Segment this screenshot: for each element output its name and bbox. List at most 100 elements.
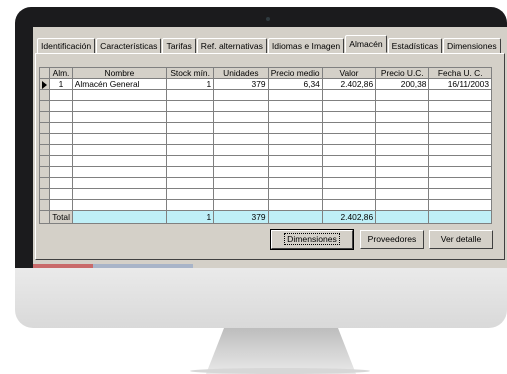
empty-cell[interactable] — [49, 155, 73, 167]
empty-cell[interactable] — [49, 177, 73, 189]
column-header-stock-min[interactable]: Stock mín. — [166, 67, 215, 79]
cell-precio-uc[interactable]: 200,38 — [375, 78, 430, 90]
empty-cell[interactable] — [375, 100, 430, 112]
empty-cell[interactable] — [267, 111, 323, 123]
tab-dimensiones[interactable]: Dimensiones — [443, 38, 501, 53]
empty-cell[interactable] — [166, 133, 215, 145]
empty-cell[interactable] — [166, 177, 215, 189]
empty-cell[interactable] — [375, 166, 430, 178]
empty-cell[interactable] — [49, 199, 73, 211]
empty-cell[interactable] — [166, 144, 215, 156]
empty-cell[interactable] — [375, 144, 430, 156]
empty-cell[interactable] — [71, 122, 168, 134]
cell-alm[interactable]: 1 — [49, 78, 73, 90]
empty-cell[interactable] — [213, 177, 269, 189]
empty-cell[interactable] — [213, 133, 269, 145]
empty-cell[interactable] — [49, 166, 73, 178]
table-row[interactable] — [38, 133, 492, 145]
empty-cell[interactable] — [71, 133, 168, 145]
empty-cell[interactable] — [428, 133, 492, 145]
empty-cell[interactable] — [166, 166, 215, 178]
empty-cell[interactable] — [71, 177, 168, 189]
cell-fecha-uc[interactable]: 16/11/2003 — [428, 78, 492, 90]
empty-cell[interactable] — [166, 89, 215, 101]
empty-cell[interactable] — [166, 111, 215, 123]
empty-cell[interactable] — [71, 144, 168, 156]
empty-cell[interactable] — [267, 122, 323, 134]
column-header-unidades[interactable]: Unidades — [213, 67, 269, 79]
table-row[interactable] — [38, 122, 492, 134]
empty-cell[interactable] — [428, 100, 492, 112]
empty-cell[interactable] — [267, 188, 323, 200]
empty-cell[interactable] — [213, 111, 269, 123]
table-row[interactable] — [38, 199, 492, 211]
empty-cell[interactable] — [375, 155, 430, 167]
empty-cell[interactable] — [321, 166, 377, 178]
empty-cell[interactable] — [267, 100, 323, 112]
tab-estadisticas[interactable]: Estadísticas — [387, 38, 442, 53]
table-row[interactable] — [38, 100, 492, 112]
empty-cell[interactable] — [375, 188, 430, 200]
empty-cell[interactable] — [267, 177, 323, 189]
empty-cell[interactable] — [267, 166, 323, 178]
empty-cell[interactable] — [267, 199, 323, 211]
empty-cell[interactable] — [71, 89, 168, 101]
empty-cell[interactable] — [49, 111, 73, 123]
empty-cell[interactable] — [321, 144, 377, 156]
empty-cell[interactable] — [375, 122, 430, 134]
empty-cell[interactable] — [213, 122, 269, 134]
empty-cell[interactable] — [213, 199, 269, 211]
tab-identificacion[interactable]: Identificación — [37, 38, 96, 53]
dimensiones-button[interactable]: Dimensiones — [270, 229, 354, 250]
empty-cell[interactable] — [166, 155, 215, 167]
tab-almacen[interactable]: Almacén — [345, 35, 387, 53]
empty-cell[interactable] — [71, 111, 168, 123]
empty-cell[interactable] — [321, 199, 377, 211]
empty-cell[interactable] — [375, 111, 430, 123]
cell-nombre[interactable]: Almacén General — [71, 78, 168, 90]
empty-cell[interactable] — [428, 144, 492, 156]
ver-detalle-button[interactable]: Ver detalle — [429, 230, 493, 249]
empty-cell[interactable] — [71, 188, 168, 200]
empty-cell[interactable] — [49, 100, 73, 112]
empty-cell[interactable] — [213, 188, 269, 200]
empty-cell[interactable] — [321, 188, 377, 200]
empty-cell[interactable] — [71, 155, 168, 167]
table-row[interactable] — [38, 188, 492, 200]
table-row[interactable] — [38, 111, 492, 123]
empty-cell[interactable] — [428, 122, 492, 134]
empty-cell[interactable] — [428, 111, 492, 123]
empty-cell[interactable] — [267, 155, 323, 167]
empty-cell[interactable] — [49, 133, 73, 145]
empty-cell[interactable] — [321, 177, 377, 189]
cell-unidades[interactable]: 379 — [213, 78, 269, 90]
empty-cell[interactable] — [428, 155, 492, 167]
tab-caracteristicas[interactable]: Características — [96, 38, 162, 53]
empty-cell[interactable] — [49, 188, 73, 200]
empty-cell[interactable] — [321, 111, 377, 123]
proveedores-button[interactable]: Proveedores — [360, 230, 424, 249]
empty-cell[interactable] — [428, 177, 492, 189]
table-row[interactable] — [38, 89, 492, 101]
empty-cell[interactable] — [213, 144, 269, 156]
empty-cell[interactable] — [321, 122, 377, 134]
empty-cell[interactable] — [166, 188, 215, 200]
empty-cell[interactable] — [321, 155, 377, 167]
empty-cell[interactable] — [428, 199, 492, 211]
empty-cell[interactable] — [267, 144, 323, 156]
cell-stock-min[interactable]: 1 — [166, 78, 215, 90]
table-row[interactable] — [38, 155, 492, 167]
column-header-precio-uc[interactable]: Precio U.C. — [375, 67, 430, 79]
empty-cell[interactable] — [166, 199, 215, 211]
empty-cell[interactable] — [213, 89, 269, 101]
column-header-valor[interactable]: Valor — [321, 67, 377, 79]
empty-cell[interactable] — [213, 166, 269, 178]
column-header-fecha-uc[interactable]: Fecha U. C. — [428, 67, 492, 79]
table-row[interactable]: 1 Almacén General 1 379 6,34 2.402,86 20… — [38, 78, 492, 90]
empty-cell[interactable] — [267, 133, 323, 145]
empty-cell[interactable] — [375, 199, 430, 211]
empty-cell[interactable] — [49, 89, 73, 101]
column-header-nombre[interactable]: Nombre — [71, 67, 168, 79]
empty-cell[interactable] — [71, 100, 168, 112]
empty-cell[interactable] — [375, 133, 430, 145]
